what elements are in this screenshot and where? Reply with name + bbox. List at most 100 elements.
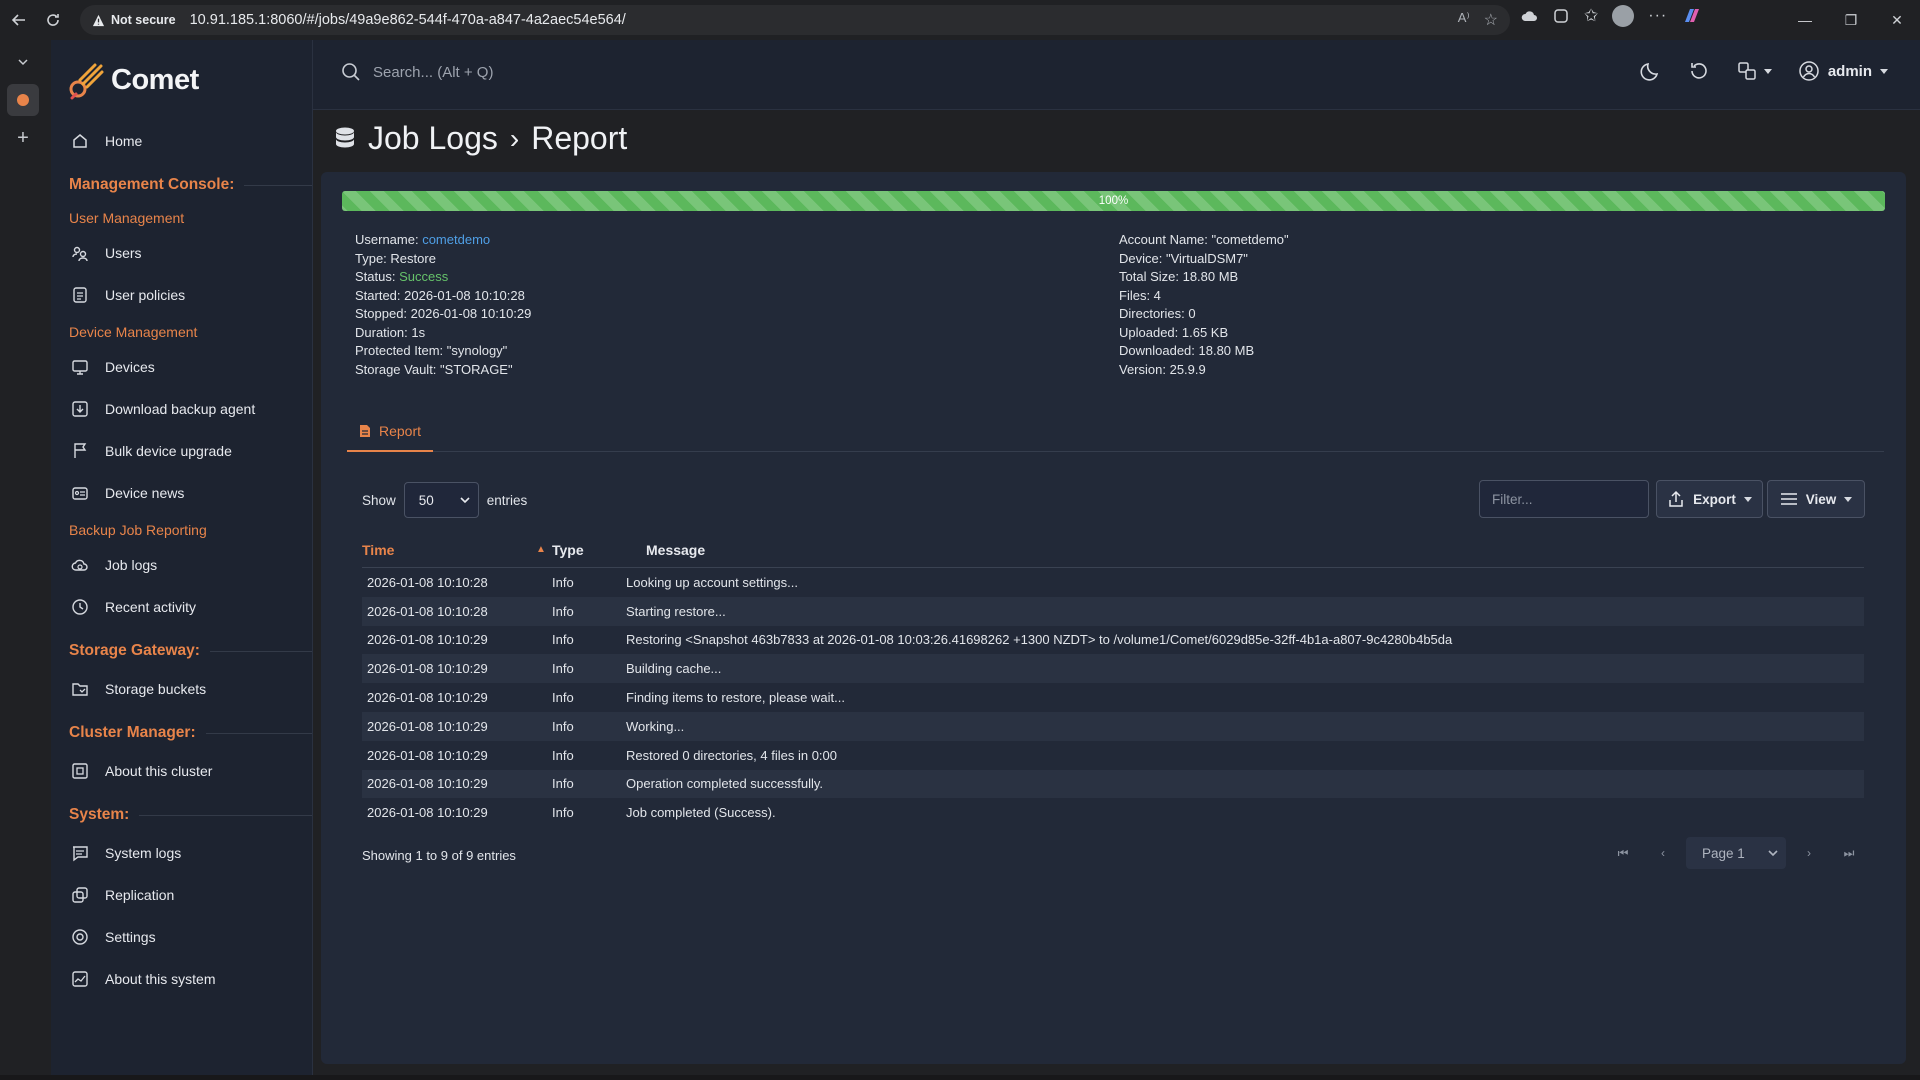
page-label: Page 1 — [1702, 845, 1745, 861]
sidebar-item-system-logs[interactable]: System logs — [51, 832, 312, 874]
files-row: Files: 4 — [1119, 287, 1161, 303]
sidebar-item-label: Users — [105, 245, 142, 261]
cell-message: Working... — [626, 718, 685, 734]
next-page-icon[interactable]: › — [1792, 837, 1826, 869]
table-row: 2026-01-08 10:10:28 Info Looking up accoun… — [362, 568, 1864, 597]
message-icon — [69, 842, 91, 864]
sidebar-item-user-policies[interactable]: User policies — [51, 274, 312, 316]
dark-mode-icon[interactable] — [1640, 60, 1662, 82]
section-cluster-manager: Cluster Manager: — [51, 710, 312, 750]
cell-message: Operation completed successfully. — [626, 776, 824, 792]
version-row: Version: 25.9.9 — [1119, 361, 1206, 377]
more-icon[interactable]: ··· — [1648, 7, 1667, 25]
news-icon — [69, 482, 91, 504]
extensions-icon[interactable] — [1552, 7, 1570, 25]
table-row: 2026-01-08 10:10:29 Info Operation complet… — [362, 769, 1864, 799]
view-button[interactable]: View — [1767, 480, 1865, 518]
restore-icon[interactable]: ❐ — [1828, 0, 1874, 40]
reload-icon[interactable] — [36, 3, 70, 37]
table-row: 2026-01-08 10:10:28 Info Starting restore.… — [362, 596, 1864, 626]
sidebar-item-label: Settings — [105, 929, 156, 945]
user-menu[interactable]: admin — [1798, 60, 1888, 82]
job-info-right: Account Name: "cometdemo" Device: "Virtu… — [1119, 231, 1289, 379]
sidebar-item-settings[interactable]: Settings — [51, 916, 312, 958]
first-page-icon[interactable]: ⏮ — [1606, 837, 1640, 869]
app-name: Comet — [111, 63, 199, 96]
cell-time: 2026-01-08 10:10:28 — [367, 603, 488, 619]
breadcrumb-separator: › — [509, 122, 520, 154]
cloud-sync-icon — [69, 554, 91, 576]
status-row: Status: Success — [355, 268, 531, 287]
read-aloud-icon[interactable]: A⁾ — [1458, 10, 1470, 30]
progress-fill: 100% — [342, 191, 1885, 211]
search-placeholder: Search... (Alt + Q) — [373, 63, 494, 81]
sidebar-item-devices[interactable]: Devices — [51, 346, 312, 388]
logo[interactable]: Comet — [51, 40, 312, 120]
refresh-icon[interactable] — [1688, 60, 1710, 82]
sidebar-item-users[interactable]: Users — [51, 232, 312, 274]
column-header-type[interactable]: Type — [552, 542, 646, 558]
favorite-star-icon[interactable]: ☆ — [1484, 10, 1498, 30]
cell-time: 2026-01-08 10:10:29 — [367, 632, 488, 648]
show-label: Show — [362, 492, 396, 508]
table-row: 2026-01-08 10:10:29 Info Restoring <Snapsh… — [362, 626, 1864, 655]
sidebar-item-recent-activity[interactable]: Recent activity — [51, 586, 312, 628]
chevron-down-icon[interactable] — [7, 46, 39, 78]
prev-page-icon[interactable]: ‹ — [1646, 837, 1680, 869]
last-page-icon[interactable]: ⏭ — [1832, 837, 1866, 869]
pagination: ⏮ ‹ Page 1 › ⏭ — [1606, 837, 1866, 869]
sidebar-item-download-agent[interactable]: Download backup agent — [51, 388, 312, 430]
progress-bar: 100% — [342, 191, 1885, 211]
sidebar-item-replication[interactable]: Replication — [51, 874, 312, 916]
column-header-message[interactable]: Message — [646, 542, 705, 558]
sidebar-item-about-system[interactable]: About this system — [51, 958, 312, 1000]
filter-input[interactable]: Filter... — [1479, 480, 1649, 518]
table-header: Time ▲ Type Message — [362, 532, 1864, 568]
new-tab-icon[interactable]: + — [7, 122, 39, 154]
browser-toolbar: Not secure 10.91.185.1:8060/#/jobs/49a9e… — [0, 0, 1920, 40]
close-icon[interactable]: ✕ — [1874, 0, 1920, 40]
entries-select[interactable]: 50 — [403, 482, 479, 518]
language-icon[interactable] — [1736, 60, 1772, 82]
tab-bar: Report — [347, 412, 1884, 452]
breadcrumb-parent[interactable]: Job Logs — [368, 120, 498, 157]
sidebar-item-label: Devices — [105, 359, 155, 375]
job-report-card: 100% Username: cometdemo Type: Restore S… — [321, 172, 1906, 1064]
copilot-icon[interactable] — [1681, 5, 1703, 27]
tab-report[interactable]: Report — [347, 412, 433, 452]
export-button[interactable]: Export — [1656, 480, 1763, 518]
tab-label: Report — [378, 423, 422, 439]
sidebar-item-bulk-upgrade[interactable]: Bulk device upgrade — [51, 430, 312, 472]
tab-comet[interactable] — [7, 84, 39, 116]
started-row: Started: 2026-01-08 10:10:28 — [355, 287, 525, 303]
sidebar-item-job-logs[interactable]: Job logs — [51, 544, 312, 586]
back-icon[interactable] — [2, 3, 36, 37]
sidebar-item-about-cluster[interactable]: About this cluster — [51, 750, 312, 792]
column-header-time[interactable]: Time — [362, 542, 536, 558]
entries-value: 50 — [418, 492, 434, 508]
table-row: 2026-01-08 10:10:29 Info Building cache... — [362, 654, 1864, 684]
sidebar-item-label: Replication — [105, 887, 175, 903]
page-select[interactable]: Page 1 — [1686, 837, 1786, 869]
search-input[interactable]: Search... (Alt + Q) — [341, 62, 493, 82]
clock-icon — [69, 596, 91, 618]
section-system: System: — [51, 792, 312, 832]
cell-message: Restoring <Snapshot 463b7833 at 2026-01-… — [626, 632, 1453, 648]
sidebar-item-device-news[interactable]: Device news — [51, 472, 312, 514]
sidebar-item-label: Job logs — [105, 557, 158, 573]
sidebar-item-home[interactable]: Home — [51, 120, 312, 162]
warning-icon — [92, 14, 105, 26]
favorites-icon[interactable]: ✩ — [1584, 6, 1598, 26]
minimize-icon[interactable]: — — [1782, 0, 1828, 40]
sidebar: Comet Home Management Console: User Mana… — [51, 40, 313, 1075]
address-bar[interactable]: Not secure 10.91.185.1:8060/#/jobs/49a9e… — [80, 5, 1510, 35]
header: Search... (Alt + Q) admin — [313, 40, 1920, 110]
username-link[interactable]: cometdemo — [422, 232, 490, 247]
user-name: admin — [1827, 62, 1872, 80]
cloud-icon[interactable] — [1520, 7, 1538, 25]
bottom-edge — [0, 1075, 1920, 1080]
profile-avatar[interactable] — [1612, 5, 1635, 27]
cell-type: Info — [552, 690, 574, 706]
table-row: 2026-01-08 10:10:29 Info Job completed (Su… — [362, 798, 1864, 827]
sidebar-item-storage-buckets[interactable]: Storage buckets — [51, 668, 312, 710]
